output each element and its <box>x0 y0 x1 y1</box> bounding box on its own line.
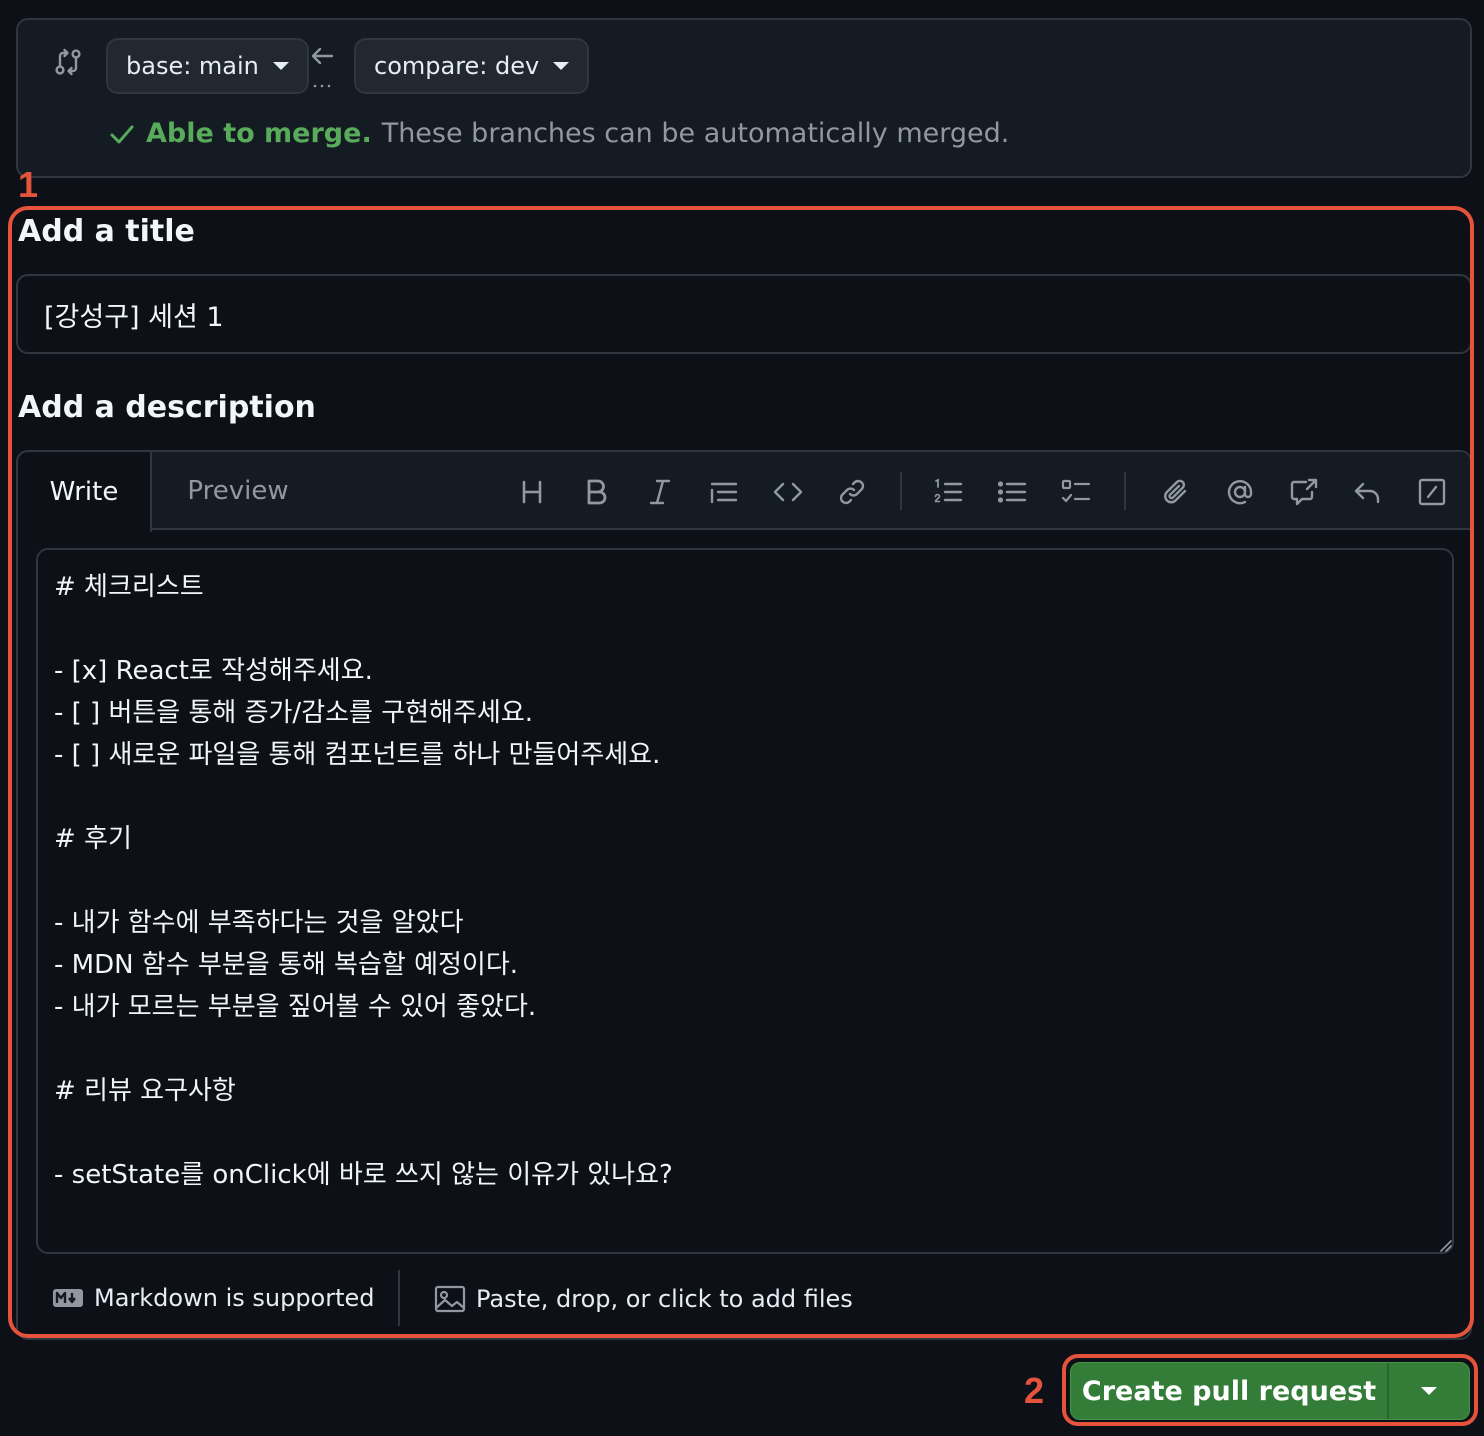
title-heading: Add a title <box>18 214 195 249</box>
ordered-list-icon[interactable] <box>928 472 968 512</box>
chevron-down-icon <box>272 62 289 70</box>
slash-commands-icon[interactable] <box>1412 472 1452 512</box>
chevron-down-icon <box>1421 1387 1437 1395</box>
markdown-icon <box>53 1289 83 1307</box>
base-branch-label: base: main <box>126 52 259 80</box>
mention-icon[interactable] <box>1220 472 1260 512</box>
compare-branch-select[interactable]: compare: dev <box>354 38 590 94</box>
italic-icon[interactable] <box>640 472 680 512</box>
footer-divider <box>398 1270 400 1326</box>
description-heading: Add a description <box>18 390 316 425</box>
toolbar-divider <box>900 472 902 510</box>
image-icon <box>434 1285 466 1313</box>
compare-branch-label: compare: dev <box>374 52 540 80</box>
create-pull-request-group: Create pull request <box>1070 1362 1470 1420</box>
chevron-down-icon <box>553 62 570 70</box>
merge-status: Able to merge. These branches can be aut… <box>108 118 1009 149</box>
create-options-dropdown[interactable] <box>1389 1363 1469 1419</box>
quote-icon[interactable] <box>704 472 744 512</box>
undo-icon[interactable] <box>1348 472 1388 512</box>
link-icon[interactable] <box>832 472 872 512</box>
arrow-left-icon <box>311 47 334 88</box>
editor-header: Write Preview <box>18 452 1470 532</box>
resize-handle-icon[interactable] <box>1438 1238 1452 1252</box>
bold-icon[interactable] <box>576 472 616 512</box>
create-pull-request-button[interactable]: Create pull request <box>1071 1363 1389 1419</box>
task-list-icon[interactable] <box>1056 472 1096 512</box>
toolbar-divider <box>1124 472 1126 510</box>
tab-write[interactable]: Write <box>18 452 152 532</box>
markdown-supported-link[interactable]: Markdown is supported <box>52 1284 375 1312</box>
editor-footer: Markdown is supported Paste, drop, or cl… <box>18 1264 1470 1340</box>
add-files-text: Paste, drop, or click to add files <box>476 1285 853 1313</box>
attach-icon[interactable] <box>1156 472 1196 512</box>
title-input[interactable] <box>16 274 1472 354</box>
git-compare-icon <box>55 48 81 76</box>
base-branch-select[interactable]: base: main <box>106 38 309 94</box>
reference-icon[interactable] <box>1284 472 1324 512</box>
merge-message: These branches can be automatically merg… <box>381 118 1010 149</box>
check-icon <box>110 125 134 143</box>
description-editor: Write Preview # 체크리스트 - [x] React로 작성해주세… <box>16 450 1472 1340</box>
annotation-number-1: 1 <box>18 164 39 205</box>
tab-preview[interactable]: Preview <box>158 452 318 530</box>
description-textarea[interactable] <box>36 548 1454 1254</box>
merge-ok-text: Able to merge. <box>146 118 372 149</box>
code-icon[interactable] <box>768 472 808 512</box>
compare-branches-box: base: main compare: dev Able to merge. T… <box>16 18 1472 178</box>
annotation-number-2: 2 <box>1024 1370 1045 1411</box>
heading-icon[interactable] <box>512 472 552 512</box>
markdown-note-text: Markdown is supported <box>94 1284 375 1312</box>
add-files-button[interactable]: Paste, drop, or click to add files <box>434 1284 853 1314</box>
unordered-list-icon[interactable] <box>992 472 1032 512</box>
